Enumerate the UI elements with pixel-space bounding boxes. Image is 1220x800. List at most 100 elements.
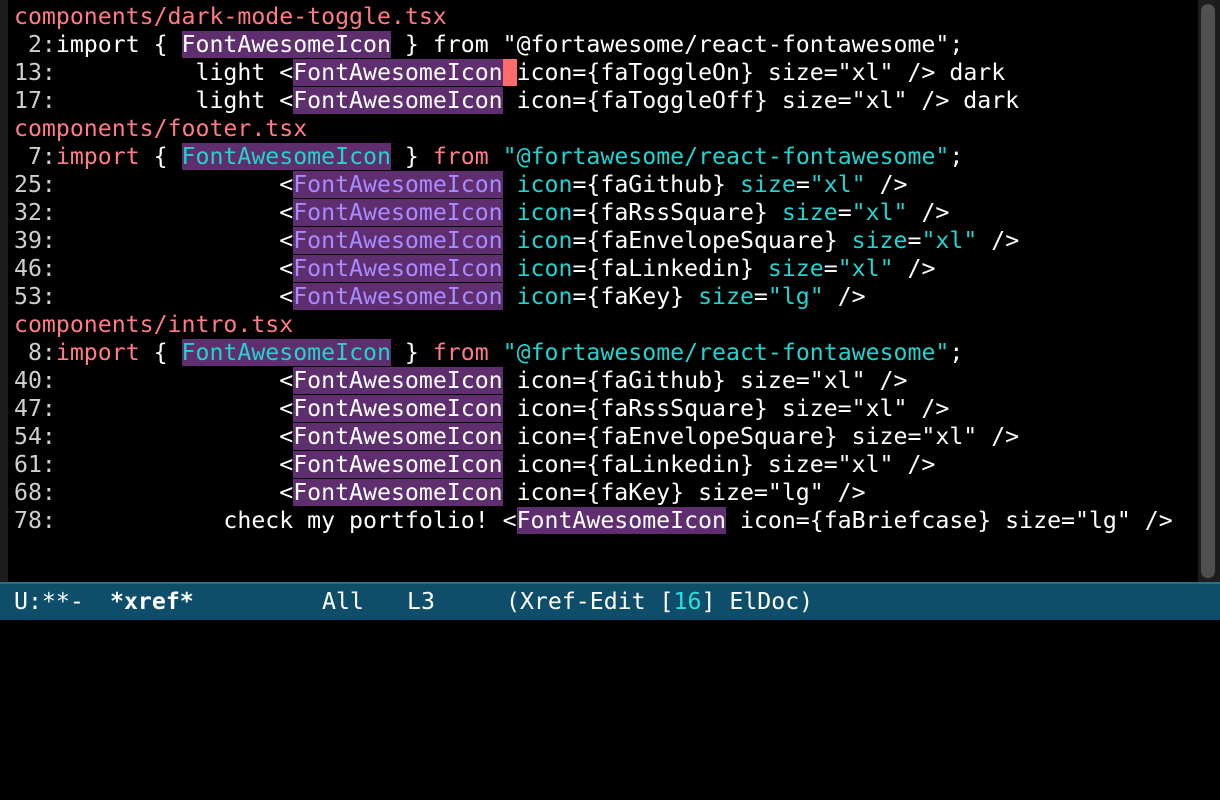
xref-match-line[interactable]: 78: check my portfolio! <FontAwesomeIcon… (14, 507, 1199, 535)
xref-file-header[interactable]: components/intro.tsx (14, 311, 1199, 339)
code-text: = (907, 227, 922, 254)
modeline-status: U:**- (14, 588, 84, 615)
code-text: < (55, 395, 294, 422)
code-text: < (55, 255, 294, 282)
highlighted-symbol: FontAwesomeIcon (293, 227, 503, 254)
line-number: 68: (14, 479, 56, 506)
code-text: = (837, 199, 852, 226)
highlighted-symbol: FontAwesomeIcon (293, 479, 503, 506)
line-number: 8: (14, 339, 56, 366)
code-text: /> (823, 283, 866, 310)
xref-match-line[interactable]: 68: <FontAwesomeIcon icon={faKey} size="… (14, 479, 1199, 507)
line-number: 25: (14, 171, 56, 198)
code-text: /> (977, 227, 1020, 254)
code-text: icon (516, 283, 573, 310)
highlighted-symbol: FontAwesomeIcon (181, 31, 391, 58)
code-text: icon (516, 199, 573, 226)
code-text: "lg" (767, 283, 824, 310)
xref-match-line[interactable]: 7:import { FontAwesomeIcon } from "@fort… (14, 143, 1199, 171)
line-number: 39: (14, 227, 56, 254)
line-number: 46: (14, 255, 56, 282)
highlighted-symbol: FontAwesomeIcon (516, 507, 726, 534)
xref-match-line[interactable]: 25: <FontAwesomeIcon icon={faGithub} siz… (14, 171, 1199, 199)
scrollbar-thumb[interactable] (1201, 4, 1215, 578)
code-text: icon={faRssSquare} size="xl" /> (502, 395, 950, 422)
line-number: 53: (14, 283, 56, 310)
mode-line: U:**- *xref* All L3 (Xref-Edit [16] ElDo… (0, 582, 1220, 620)
modeline-mode-open: (Xref-Edit [ (506, 588, 674, 615)
code-text: = (795, 171, 810, 198)
line-number: 54: (14, 423, 56, 450)
modeline-match-count: 16 (673, 588, 702, 615)
code-text: icon={faToggleOn} size="xl" /> dark (516, 59, 1006, 86)
code-text: "@fortawesome/react-fontawesome" (502, 143, 950, 170)
code-text: = (753, 283, 768, 310)
code-text: light < (55, 87, 294, 114)
xref-match-line[interactable]: 13: light <FontAwesomeIcon icon={faToggl… (14, 59, 1199, 87)
xref-buffer[interactable]: components/dark-mode-toggle.tsx 2:import… (14, 3, 1199, 575)
xref-match-line[interactable]: 40: <FontAwesomeIcon icon={faGithub} siz… (14, 367, 1199, 395)
code-text: ={faLinkedin} (572, 255, 768, 282)
xref-match-line[interactable]: 39: <FontAwesomeIcon icon={faEnvelopeSqu… (14, 227, 1199, 255)
code-text: from (432, 143, 489, 170)
line-number: 2: (14, 31, 56, 58)
code-text: < (55, 227, 294, 254)
highlighted-symbol: FontAwesomeIcon (293, 283, 503, 310)
xref-match-line[interactable]: 54: <FontAwesomeIcon icon={faEnvelopeSqu… (14, 423, 1199, 451)
code-text: icon={faGithub} size="xl" /> (502, 367, 908, 394)
code-text: "xl" (837, 255, 894, 282)
line-number: 32: (14, 199, 56, 226)
xref-match-line[interactable]: 61: <FontAwesomeIcon icon={faLinkedin} s… (14, 451, 1199, 479)
highlighted-symbol: FontAwesomeIcon (293, 423, 503, 450)
highlighted-symbol: FontAwesomeIcon (293, 87, 503, 114)
code-text: < (55, 367, 294, 394)
code-text: "xl" (809, 171, 866, 198)
xref-match-line[interactable]: 53: <FontAwesomeIcon icon={faKey} size="… (14, 283, 1199, 311)
xref-match-line[interactable]: 17: light <FontAwesomeIcon icon={faToggl… (14, 87, 1199, 115)
xref-match-line[interactable]: 8:import { FontAwesomeIcon } from "@fort… (14, 339, 1199, 367)
xref-match-line[interactable]: 2:import { FontAwesomeIcon } from "@fort… (14, 31, 1199, 59)
code-text: "xl" (851, 199, 908, 226)
highlighted-symbol: FontAwesomeIcon (293, 451, 503, 478)
xref-file-header[interactable]: components/dark-mode-toggle.tsx (14, 3, 1199, 31)
code-text: { (139, 339, 182, 366)
left-fringe (0, 0, 8, 582)
xref-match-line[interactable]: 32: <FontAwesomeIcon icon={faRssSquare} … (14, 199, 1199, 227)
code-text: ={faKey} (572, 283, 699, 310)
text-cursor (502, 59, 517, 86)
code-text: { (139, 143, 182, 170)
code-text: < (55, 283, 294, 310)
code-text: from (432, 339, 489, 366)
line-number: 17: (14, 87, 56, 114)
code-text: } (390, 339, 433, 366)
xref-file-header[interactable]: components/footer.tsx (14, 115, 1199, 143)
code-text: "@fortawesome/react-fontawesome" (502, 339, 950, 366)
line-number: 7: (14, 143, 56, 170)
modeline-buffer-name[interactable]: *xref* (110, 584, 194, 620)
code-text: light < (55, 59, 294, 86)
code-text: } (390, 143, 433, 170)
xref-match-line[interactable]: 47: <FontAwesomeIcon icon={faRssSquare} … (14, 395, 1199, 423)
code-text: import { (55, 31, 182, 58)
line-number: 78: (14, 507, 56, 534)
modeline-mode-list[interactable]: (Xref-Edit [16] ElDoc) (506, 584, 813, 620)
line-number: 61: (14, 451, 56, 478)
code-text: size (698, 283, 754, 310)
code-text: < (55, 199, 294, 226)
highlighted-symbol: FontAwesomeIcon (181, 339, 391, 366)
code-text: ={faGithub} (572, 171, 740, 198)
editor-window[interactable]: components/dark-mode-toggle.tsx 2:import… (0, 0, 1220, 582)
highlighted-symbol: FontAwesomeIcon (293, 367, 503, 394)
code-text: icon={faKey} size="lg" /> (502, 479, 866, 506)
code-text: size (781, 199, 838, 226)
xref-match-line[interactable]: 46: <FontAwesomeIcon icon={faLinkedin} s… (14, 255, 1199, 283)
code-text: /> (893, 255, 936, 282)
highlighted-symbol: FontAwesomeIcon (293, 199, 503, 226)
code-text: icon={faBriefcase} size="lg" /> (725, 507, 1173, 534)
code-text: /> (907, 199, 950, 226)
